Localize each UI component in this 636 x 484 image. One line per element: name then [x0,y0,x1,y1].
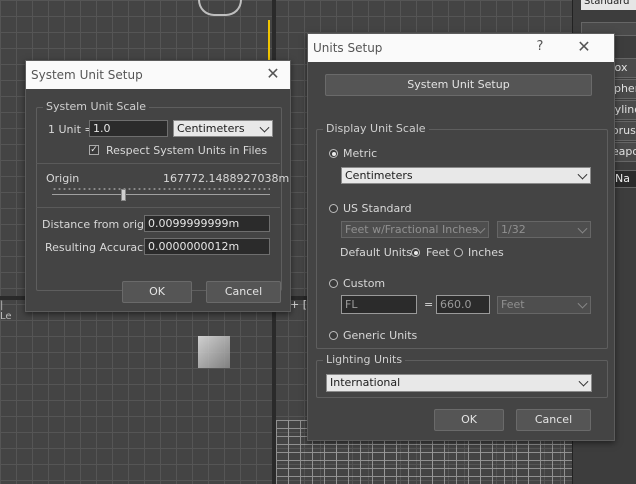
us-standard-dropdown[interactable]: Feet w/Fractional Inches [341,221,489,238]
equals-label: = [424,298,434,311]
respect-units-label: Respect System Units in Files [106,144,268,157]
metric-label: Metric [343,147,378,160]
chevron-down-icon [259,122,270,133]
us-standard-value: Feet w/Fractional Inches [345,223,478,236]
feet-radio[interactable] [411,248,420,257]
generic-units-label: Generic Units [343,329,418,342]
system-unit-setup-button[interactable]: System Unit Setup [325,74,592,96]
metric-value: Centimeters [345,169,413,182]
ok-button[interactable]: OK [434,409,504,431]
cancel-button[interactable]: Cancel [206,281,281,303]
inches-label: Inches [468,246,504,259]
origin-slider-ticks [52,187,270,191]
dialog-title: Units Setup [313,41,383,55]
accuracy-field[interactable]: 0.0000000012m [144,238,270,255]
lighting-units-value: International [330,376,401,389]
chevron-down-icon [577,298,588,309]
feet-label: Feet [426,246,450,259]
origin-slider-track[interactable] [52,194,270,195]
display-unit-scale-group: Display Unit Scale [316,122,608,349]
unit-value-field[interactable]: 1.0 [89,120,168,137]
respect-units-checkbox[interactable]: ✓ [89,145,99,155]
chevron-down-icon [577,169,588,180]
accuracy-label: Resulting Accuracy: [45,241,153,254]
chevron-down-icon [578,376,589,387]
custom-label: Custom [343,277,386,290]
origin-slider-thumb[interactable] [121,189,126,201]
generic-units-radio[interactable] [329,331,338,340]
scene-object-top[interactable] [198,0,242,16]
cancel-button[interactable]: Cancel [516,409,591,431]
fraction-dropdown[interactable]: 1/32 [497,221,591,238]
separator [36,163,280,164]
scene-marker [268,20,270,60]
close-icon[interactable]: ✕ [577,39,591,55]
category-dropdown[interactable]: Standard [581,0,636,10]
default-units-label: Default Units: [340,246,416,259]
metric-radio[interactable] [329,149,338,158]
group-label: Lighting Units [323,353,406,366]
custom-radio[interactable] [329,279,338,288]
us-standard-label: US Standard [343,202,412,215]
unit-label: 1 Unit = [48,123,94,136]
inches-radio[interactable] [454,248,463,257]
dialog-titlebar[interactable]: System Unit Setup [26,61,290,89]
chevron-down-icon [577,223,588,234]
help-icon[interactable]: ? [533,40,547,54]
group-label: System Unit Scale [43,100,149,113]
viewport-axis-label: | Le [0,300,12,322]
us-standard-radio[interactable] [329,204,338,213]
system-unit-setup-dialog: System Unit Setup ✕ System Unit Scale 1 … [25,60,291,312]
origin-value: 167772.1488927038m [163,172,290,185]
unit-type-dropdown[interactable]: Centimeters [173,120,273,137]
fraction-value: 1/32 [501,223,526,236]
close-icon[interactable]: ✕ [266,66,280,82]
separator [36,207,280,208]
dialog-titlebar[interactable]: Units Setup [308,34,614,62]
dialog-title: System Unit Setup [31,68,143,82]
custom-unit-value: Feet [501,298,525,311]
viewport-label[interactable]: + [ [290,298,307,311]
metric-dropdown[interactable]: Centimeters [341,167,591,184]
custom-name-field[interactable]: FL [341,295,417,314]
custom-unit-dropdown[interactable]: Feet [497,296,591,314]
distance-label: Distance from origin: [42,218,158,231]
custom-value-field[interactable]: 660.0 [436,295,490,314]
units-setup-dialog: Units Setup ? ✕ System Unit Setup Displa… [307,33,615,441]
distance-field[interactable]: 0.0099999999m [144,215,270,232]
ok-button[interactable]: OK [122,281,192,303]
lighting-units-dropdown[interactable]: International [326,374,592,392]
unit-type-value: Centimeters [177,122,245,135]
origin-label: Origin [46,172,80,185]
scene-box-object[interactable] [198,336,230,368]
group-label: Display Unit Scale [323,122,429,135]
